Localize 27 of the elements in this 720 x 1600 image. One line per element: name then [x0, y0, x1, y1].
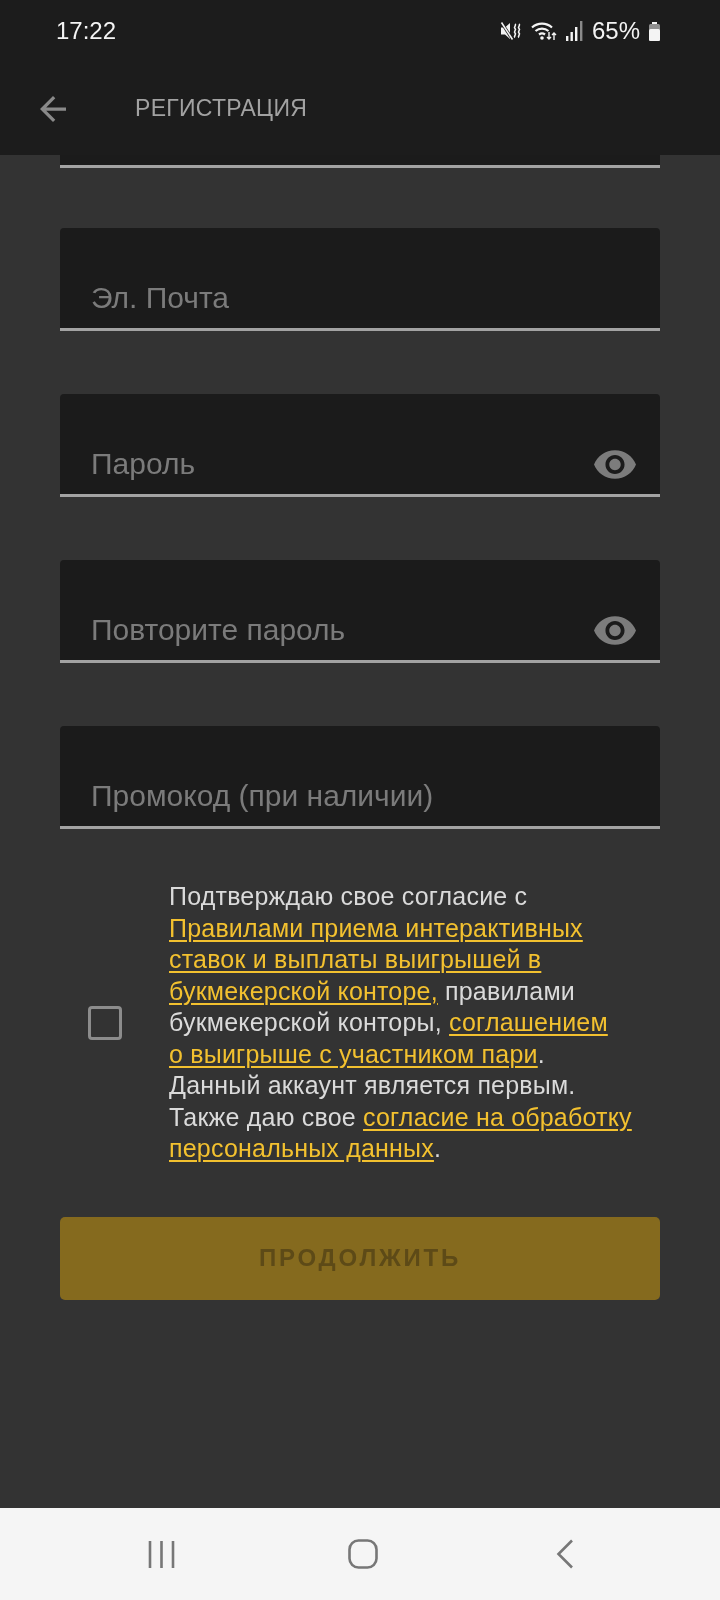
- checkbox[interactable]: [88, 1005, 122, 1040]
- consent-link[interactable]: Правилами приема интерактивных: [169, 913, 583, 942]
- consent-link[interactable]: персональных данных: [169, 1134, 434, 1162]
- consent-link[interactable]: согласие на обработку: [363, 1102, 632, 1131]
- screen-title: РЕГИСТРАЦИЯ: [135, 95, 308, 122]
- eye-icon[interactable]: [594, 450, 636, 479]
- recent-apps-icon[interactable]: [147, 1539, 175, 1569]
- text-field[interactable]: Промокод (при наличии): [60, 726, 660, 829]
- battery-icon: [649, 21, 660, 41]
- status-time: 17:22: [56, 19, 117, 43]
- text-field[interactable]: Эл. Почта: [60, 228, 660, 331]
- consent-link[interactable]: соглашением: [449, 1008, 608, 1036]
- consent-link[interactable]: о выигрыше с участником пари: [169, 1039, 538, 1068]
- back-arrow-icon[interactable]: [38, 95, 68, 122]
- battery-percent: 65%: [591, 19, 640, 43]
- back-icon[interactable]: [556, 1539, 574, 1569]
- consent-text: Подтверждаю свое согласие с Правилами приема интерактивных ставок и выплаты выигрышей в букмекерской конторе, правилами букмекерской конторы, соглашением о выигрыше с участником пари. Данный аккаунт является первым. Также даю свое согласие на обработку персональных данных.: [169, 881, 632, 1164]
- eye-icon[interactable]: [594, 616, 636, 645]
- consent-link[interactable]: ставок и выплаты выигрышей в: [169, 945, 542, 973]
- wifi-icon: [530, 21, 557, 41]
- consent-link[interactable]: букмекерской конторе,: [169, 976, 438, 1005]
- text-field[interactable]: [60, 155, 660, 168]
- home-icon[interactable]: [348, 1539, 378, 1569]
- signal-icon: [565, 21, 583, 41]
- mute-icon: [499, 21, 522, 41]
- password-field[interactable]: Пароль: [60, 394, 660, 497]
- password-field[interactable]: Повторите пароль: [60, 560, 660, 663]
